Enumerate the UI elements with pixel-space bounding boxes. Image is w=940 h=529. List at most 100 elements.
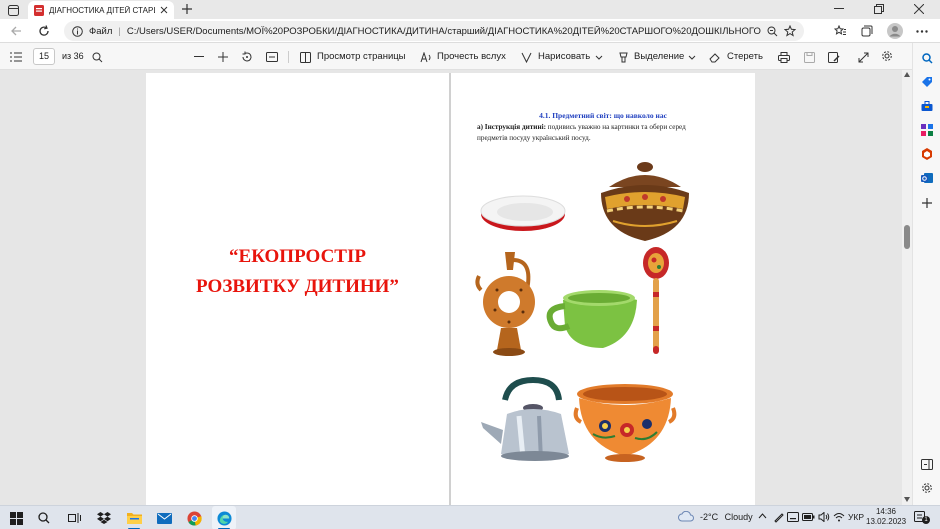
tools-icon[interactable] bbox=[920, 99, 934, 113]
expand-icon[interactable] bbox=[855, 49, 871, 65]
minimize-icon[interactable] bbox=[832, 2, 846, 16]
pdf-viewer[interactable]: “ЕКОПРОСТІР РОЗВИТКУ ДИТИНИ” 4.1. Предме… bbox=[0, 70, 902, 505]
pdf-icon bbox=[34, 4, 44, 16]
pdf-page-left: “ЕКОПРОСТІР РОЗВИТКУ ДИТИНИ” bbox=[146, 73, 449, 505]
scrollbar-thumb[interactable] bbox=[904, 225, 910, 249]
tab-title: ДІАГНОСТИКА ДІТЕЙ СТАРШОГ bbox=[49, 5, 155, 15]
wooden-spoon-image bbox=[643, 247, 669, 354]
new-tab-icon[interactable] bbox=[180, 2, 194, 16]
pen-icon[interactable] bbox=[773, 511, 784, 523]
collections-icon[interactable] bbox=[859, 23, 875, 39]
scroll-up-arrow-icon[interactable] bbox=[904, 72, 910, 77]
fit-page-icon[interactable] bbox=[264, 49, 280, 65]
shopping-tag-icon[interactable] bbox=[920, 75, 934, 89]
wifi-icon[interactable] bbox=[833, 512, 845, 522]
search-icon[interactable] bbox=[89, 49, 105, 65]
language-indicator[interactable]: УКР bbox=[848, 512, 864, 522]
weather-widget[interactable]: -2°C Cloudy bbox=[700, 512, 753, 522]
sidebar-search-icon[interactable] bbox=[920, 51, 934, 65]
chevron-down-icon[interactable] bbox=[593, 49, 605, 65]
rotate-icon[interactable] bbox=[239, 49, 255, 65]
title-line-2: РОЗВИТКУ ДИТИНИ” bbox=[196, 276, 399, 297]
notifications-icon[interactable]: 1 bbox=[914, 510, 930, 524]
instruction-text-2: предметів посуду український посуд. bbox=[477, 134, 591, 142]
erase-button[interactable]: Стереть bbox=[727, 51, 763, 62]
profile-avatar-icon[interactable] bbox=[886, 22, 904, 40]
pdf-page-right: 4.1. Предметний світ: що навколо нас а) … bbox=[451, 73, 755, 505]
page-view-icon[interactable] bbox=[298, 49, 312, 65]
outlook-icon[interactable] bbox=[920, 171, 934, 185]
add-icon[interactable] bbox=[920, 196, 934, 210]
clock-date: 13.02.2023 bbox=[866, 517, 907, 526]
back-arrow-icon[interactable] bbox=[8, 23, 24, 39]
save-as-icon[interactable] bbox=[826, 49, 842, 65]
edge-sidebar bbox=[912, 43, 940, 505]
notification-count: 1 bbox=[922, 516, 930, 524]
cloud-icon[interactable] bbox=[678, 511, 694, 522]
highlighter-icon[interactable] bbox=[616, 49, 630, 65]
instruction-paragraph: а) Інструкція дитині: подивись уважно на… bbox=[477, 122, 739, 144]
windows-taskbar: -2°C Cloudy УКР 14:36 13.02.2023 1 bbox=[0, 505, 940, 529]
chrome-icon[interactable] bbox=[182, 506, 206, 529]
zoom-out-icon[interactable] bbox=[191, 49, 207, 65]
games-icon[interactable] bbox=[920, 123, 934, 137]
instruction-text: подивись уважно на картинки та обери сер… bbox=[545, 123, 686, 131]
office-icon[interactable] bbox=[920, 147, 934, 161]
eraser-icon[interactable] bbox=[708, 49, 722, 65]
page-number-input[interactable]: 15 bbox=[33, 48, 55, 65]
dropbox-icon[interactable] bbox=[92, 506, 116, 529]
sidebar-settings-gear-icon[interactable] bbox=[920, 481, 934, 495]
refresh-icon[interactable] bbox=[36, 23, 52, 39]
draw-icon[interactable] bbox=[519, 49, 533, 65]
instruction-label: а) Інструкція дитині: bbox=[477, 123, 546, 131]
close-icon[interactable] bbox=[160, 6, 168, 14]
settings-gear-icon[interactable] bbox=[879, 48, 895, 64]
zoom-icon[interactable] bbox=[767, 26, 778, 37]
browser-tab[interactable]: ДІАГНОСТИКА ДІТЕЙ СТАРШОГ bbox=[28, 1, 174, 19]
draw-button[interactable]: Нарисовать bbox=[538, 51, 590, 62]
page-title: “ЕКОПРОСТІР РОЗВИТКУ ДИТИНИ” bbox=[146, 244, 449, 300]
taskbar-search-icon[interactable] bbox=[32, 506, 56, 529]
url-separator: | bbox=[118, 25, 121, 37]
zoom-in-icon[interactable] bbox=[215, 49, 231, 65]
restore-icon[interactable] bbox=[872, 2, 886, 16]
green-cup-image bbox=[546, 290, 637, 348]
print-icon[interactable] bbox=[776, 49, 792, 65]
task-view-icon[interactable] bbox=[62, 506, 86, 529]
chevron-down-icon[interactable] bbox=[686, 49, 698, 65]
tab-actions-icon[interactable] bbox=[6, 3, 20, 17]
plate-image bbox=[480, 195, 566, 231]
mail-icon[interactable] bbox=[152, 506, 176, 529]
url-scheme: Файл bbox=[89, 25, 113, 37]
file-explorer-icon[interactable] bbox=[122, 506, 146, 529]
start-windows-icon[interactable] bbox=[4, 506, 28, 529]
favorite-add-icon[interactable] bbox=[784, 25, 796, 37]
chevron-up-icon[interactable] bbox=[758, 513, 767, 519]
read-aloud-button[interactable]: Прочесть вслух bbox=[437, 51, 506, 62]
contents-list-icon[interactable] bbox=[8, 49, 24, 65]
read-aloud-icon[interactable] bbox=[419, 49, 433, 65]
favorites-icon[interactable] bbox=[832, 23, 848, 39]
hide-sidebar-icon[interactable] bbox=[920, 457, 934, 471]
info-icon[interactable] bbox=[72, 25, 83, 37]
section-heading: 4.1. Предметний світ: що навколо нас bbox=[539, 111, 667, 120]
clock-time: 14:36 bbox=[875, 507, 897, 516]
address-bar: Файл | C:/Users/USER/Documents/МОЇ%20РОЗ… bbox=[0, 19, 940, 43]
more-dots-icon[interactable] bbox=[914, 23, 930, 39]
volume-icon[interactable] bbox=[818, 512, 830, 522]
painted-bowl-image bbox=[573, 384, 677, 462]
weather-text: Cloudy bbox=[724, 512, 753, 522]
page-view-button[interactable]: Просмотр страницы bbox=[317, 51, 406, 62]
keyboard-icon[interactable] bbox=[787, 512, 799, 522]
clock[interactable]: 14:36 13.02.2023 bbox=[866, 507, 906, 527]
highlight-button[interactable]: Выделение bbox=[634, 51, 684, 62]
edge-icon[interactable] bbox=[212, 506, 236, 529]
battery-icon[interactable] bbox=[802, 513, 815, 521]
scroll-down-arrow-icon[interactable] bbox=[904, 497, 910, 502]
title-line-1: “ЕКОПРОСТІР bbox=[229, 246, 366, 267]
url-field[interactable]: Файл | C:/Users/USER/Documents/МОЇ%20РОЗ… bbox=[64, 21, 804, 41]
vertical-scrollbar[interactable] bbox=[902, 70, 912, 505]
close-window-icon[interactable] bbox=[912, 2, 926, 16]
save-icon[interactable] bbox=[801, 49, 817, 65]
painted-pot-image bbox=[601, 162, 689, 241]
